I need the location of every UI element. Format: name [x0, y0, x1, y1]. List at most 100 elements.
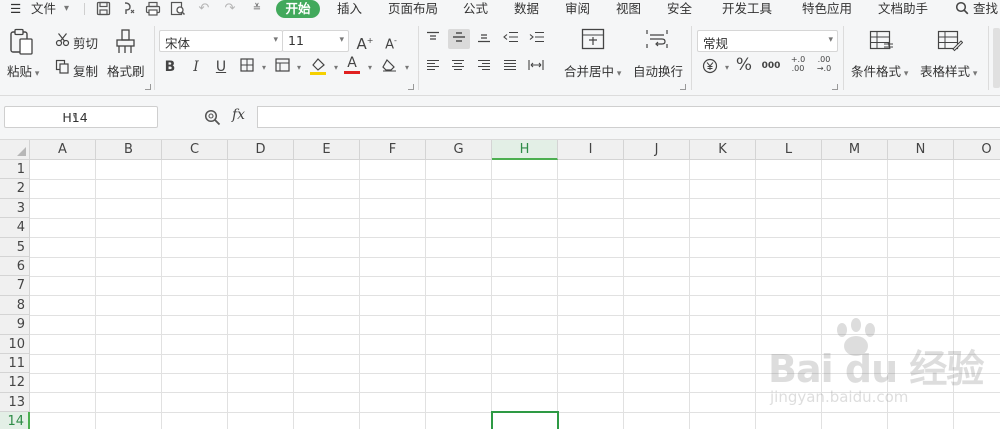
export-pdf-icon[interactable]	[120, 1, 136, 17]
copy-button[interactable]: 复制	[73, 61, 98, 80]
percent-button[interactable]: %	[735, 56, 753, 74]
undo-icon[interactable]: ↶	[196, 1, 212, 17]
row-header-13[interactable]: 13	[0, 392, 30, 413]
tab-developer[interactable]: 开发工具	[722, 0, 772, 18]
search-button[interactable]: 查找	[955, 0, 998, 18]
table-style-icon[interactable]	[937, 30, 964, 55]
column-header-o[interactable]: O	[954, 140, 1000, 160]
column-header-g[interactable]: G	[426, 140, 492, 160]
paste-button[interactable]: 粘贴 ▾	[7, 61, 39, 80]
currency-icon[interactable]	[701, 58, 719, 76]
tab-review[interactable]: 审阅	[565, 0, 590, 18]
cell-style-icon[interactable]	[273, 58, 291, 76]
row-header-9[interactable]: 9	[0, 315, 30, 335]
tab-security[interactable]: 安全	[667, 0, 692, 18]
row-header-3[interactable]: 3	[0, 198, 30, 219]
column-header-f[interactable]: F	[360, 140, 426, 160]
column-header-d[interactable]: D	[228, 140, 294, 160]
distributed-align-icon[interactable]	[527, 58, 545, 76]
column-header-k[interactable]: K	[690, 140, 756, 160]
cut-button[interactable]: 剪切	[73, 33, 98, 52]
increase-indent-icon[interactable]	[528, 30, 546, 48]
name-box[interactable]: H14 ▾	[4, 106, 158, 128]
wrap-text-icon[interactable]	[645, 28, 669, 53]
clear-format-chevron-icon[interactable]: ▾	[398, 59, 416, 77]
increase-font-size-icon[interactable]: A+	[356, 32, 374, 53]
file-menu[interactable]: 文件	[31, 0, 56, 18]
column-header-j[interactable]: J	[624, 140, 690, 160]
font-name-dropdown[interactable]: 宋体 ▾	[159, 30, 283, 52]
row-header-11[interactable]: 11	[0, 354, 30, 374]
customize-toolbar-chevron-icon[interactable]: ≚	[249, 1, 265, 17]
italic-button[interactable]: I	[187, 58, 205, 76]
cell-style-chevron-icon[interactable]: ▾	[290, 59, 308, 77]
formula-input[interactable]	[257, 106, 1000, 128]
paste-icon[interactable]	[9, 28, 35, 59]
font-color-chevron-icon[interactable]: ▾	[361, 59, 379, 77]
align-top-icon[interactable]	[424, 30, 442, 48]
redo-icon[interactable]: ↷	[222, 1, 238, 17]
table-style-button[interactable]: 表格样式 ▾	[920, 61, 977, 80]
clear-format-icon[interactable]	[380, 58, 398, 76]
merge-center-button[interactable]: 合并居中 ▾	[564, 61, 621, 80]
column-header-a[interactable]: A	[30, 140, 96, 160]
tab-view[interactable]: 视图	[616, 0, 641, 18]
row-header-2[interactable]: 2	[0, 179, 30, 199]
column-header-i[interactable]: I	[558, 140, 624, 160]
spreadsheet-grid[interactable]: A B C D E F G H I J K L M N O 1 2 3 4 5 …	[0, 140, 1000, 429]
select-all-corner[interactable]	[0, 140, 30, 160]
thousands-separator-button[interactable]: 000	[760, 57, 782, 75]
tab-data[interactable]: 数据	[514, 0, 539, 18]
file-menu-chevron-icon[interactable]: ▾	[64, 0, 69, 18]
align-right-icon[interactable]	[475, 58, 493, 76]
row-header-7[interactable]: 7	[0, 276, 30, 296]
bold-button[interactable]: B	[161, 58, 179, 76]
row-header-6[interactable]: 6	[0, 257, 30, 277]
currency-chevron-icon[interactable]: ▾	[718, 59, 736, 77]
merge-center-icon[interactable]	[581, 28, 605, 53]
column-header-b[interactable]: B	[96, 140, 162, 160]
conditional-format-icon[interactable]	[869, 30, 895, 55]
decrease-indent-icon[interactable]	[502, 30, 520, 48]
font-dialog-launcher-icon[interactable]	[408, 84, 414, 90]
tab-insert[interactable]: 插入	[337, 0, 362, 18]
tab-formulas[interactable]: 公式	[463, 0, 488, 18]
zoom-function-icon[interactable]	[204, 109, 221, 129]
row-header-1[interactable]: 1	[0, 160, 30, 180]
tab-home[interactable]: 开始	[276, 0, 320, 18]
column-header-c[interactable]: C	[162, 140, 228, 160]
borders-icon[interactable]	[238, 58, 256, 76]
decrease-decimal-button[interactable]: .00 →.0	[814, 55, 834, 77]
row-header-5[interactable]: 5	[0, 237, 30, 257]
align-middle-icon[interactable]	[448, 29, 470, 49]
save-icon[interactable]	[95, 1, 111, 17]
column-header-n[interactable]: N	[888, 140, 954, 160]
align-left-icon[interactable]	[424, 58, 442, 76]
tab-special-apps[interactable]: 特色应用	[802, 0, 852, 18]
justify-icon[interactable]	[501, 58, 519, 76]
column-header-e[interactable]: E	[294, 140, 360, 160]
borders-chevron-icon[interactable]: ▾	[255, 59, 273, 77]
hamburger-menu-icon[interactable]: ☰	[10, 0, 21, 18]
align-center-icon[interactable]	[449, 58, 467, 76]
number-dialog-launcher-icon[interactable]	[832, 84, 838, 90]
tab-page-layout[interactable]: 页面布局	[388, 0, 438, 18]
tab-doc-assistant[interactable]: 文档助手	[878, 0, 928, 18]
alignment-dialog-launcher-icon[interactable]	[680, 84, 686, 90]
column-header-l[interactable]: L	[756, 140, 822, 160]
active-cell-h14[interactable]	[491, 411, 559, 429]
font-size-dropdown[interactable]: 11 ▾	[282, 30, 349, 52]
font-color-icon[interactable]: A	[343, 56, 361, 76]
insert-function-button[interactable]: fx	[232, 107, 245, 123]
row-header-8[interactable]: 8	[0, 295, 30, 316]
row-header-10[interactable]: 10	[0, 334, 30, 354]
fill-color-icon[interactable]	[309, 56, 327, 75]
format-painter-button[interactable]: 格式刷	[107, 61, 145, 80]
copy-icon[interactable]	[53, 59, 71, 77]
row-header-4[interactable]: 4	[0, 218, 30, 238]
number-format-dropdown[interactable]: 常规 ▾	[697, 30, 838, 52]
clipboard-dialog-launcher-icon[interactable]	[145, 84, 151, 90]
column-header-h[interactable]: H	[492, 140, 558, 160]
row-header-14[interactable]: 14	[0, 412, 30, 429]
increase-decimal-button[interactable]: +.0 .00	[788, 55, 808, 77]
